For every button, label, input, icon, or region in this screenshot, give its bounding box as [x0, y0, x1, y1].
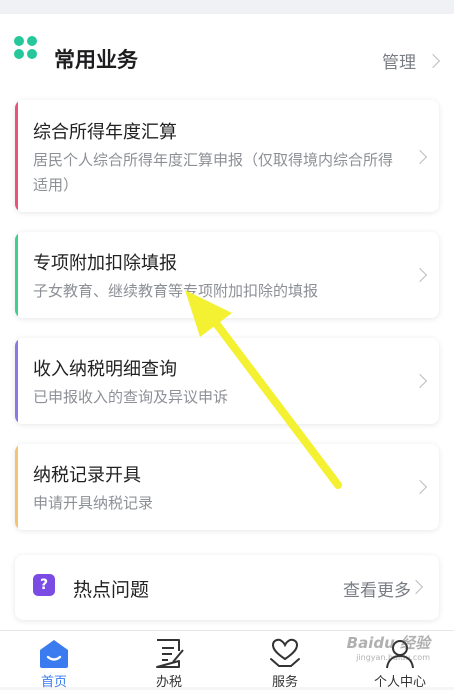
chevron-right-icon: [425, 53, 441, 68]
tab-label: 个人中心: [373, 675, 426, 690]
card-description: 已申报收入的查询及异议申诉: [33, 388, 229, 406]
tab-home[interactable]: 首页: [14, 631, 94, 690]
card-income-query[interactable]: 收入纳税明细查询 已申报收入的查询及异议申诉: [15, 338, 439, 424]
section-title: 常用业务: [54, 48, 138, 72]
chevron-right-icon: [408, 579, 424, 595]
document-edit-icon: [156, 639, 184, 668]
chevron-right-icon: [412, 479, 428, 495]
hot-questions-panel: ? 热点问题 查看更多: [15, 555, 439, 620]
tab-label: 首页: [40, 675, 67, 690]
grid-apps-icon: [14, 36, 38, 60]
tab-label: 服务: [271, 675, 298, 690]
card-title: 纳税记录开具: [33, 465, 141, 486]
watermark-text: Baidu 经验: [346, 634, 430, 652]
chevron-right-icon: [412, 373, 428, 389]
manage-link[interactable]: 管理: [382, 48, 441, 73]
card-accent-bar: [15, 338, 18, 424]
card-tax-record[interactable]: 纳税记录开具 申请开具纳税记录: [15, 444, 439, 530]
see-more-link[interactable]: 查看更多: [343, 576, 411, 601]
chevron-right-icon: [412, 267, 428, 283]
card-title: 收入纳税明细查询: [33, 359, 177, 380]
card-accent-bar: [15, 232, 18, 318]
tab-label: 办税: [155, 675, 182, 690]
card-description: 居民个人综合所得年度汇算申报（仅取得境内综合所得适用）: [33, 151, 394, 194]
card-accent-bar: [15, 444, 18, 530]
heart-hands-icon: [270, 638, 300, 667]
watermark: Baidu 经验 jingyan.baidu.com: [347, 632, 430, 662]
hot-questions-title: 热点问题: [73, 579, 150, 601]
tab-tax[interactable]: 办税: [129, 631, 209, 690]
watermark-sub: jingyan.baidu.com: [356, 653, 430, 662]
card-accent-bar: [15, 100, 18, 212]
chevron-right-icon: [412, 149, 428, 165]
card-special-deduction[interactable]: 专项附加扣除填报 子女教育、继续教育等专项附加扣除的填报: [15, 232, 439, 318]
card-description: 子女教育、继续教育等专项附加扣除的填报: [33, 282, 319, 300]
tab-service[interactable]: 服务: [245, 631, 325, 690]
card-annual-settlement[interactable]: 综合所得年度汇算 居民个人综合所得年度汇算申报（仅取得境内综合所得适用）: [15, 100, 439, 212]
manage-label: 管理: [382, 53, 416, 73]
home-icon: [40, 640, 68, 668]
top-strip: [0, 0, 454, 14]
card-title: 专项附加扣除填报: [33, 253, 177, 274]
card-description: 申请开具纳税记录: [33, 494, 154, 512]
card-title: 综合所得年度汇算: [33, 122, 177, 143]
question-chat-icon: ?: [33, 574, 55, 596]
